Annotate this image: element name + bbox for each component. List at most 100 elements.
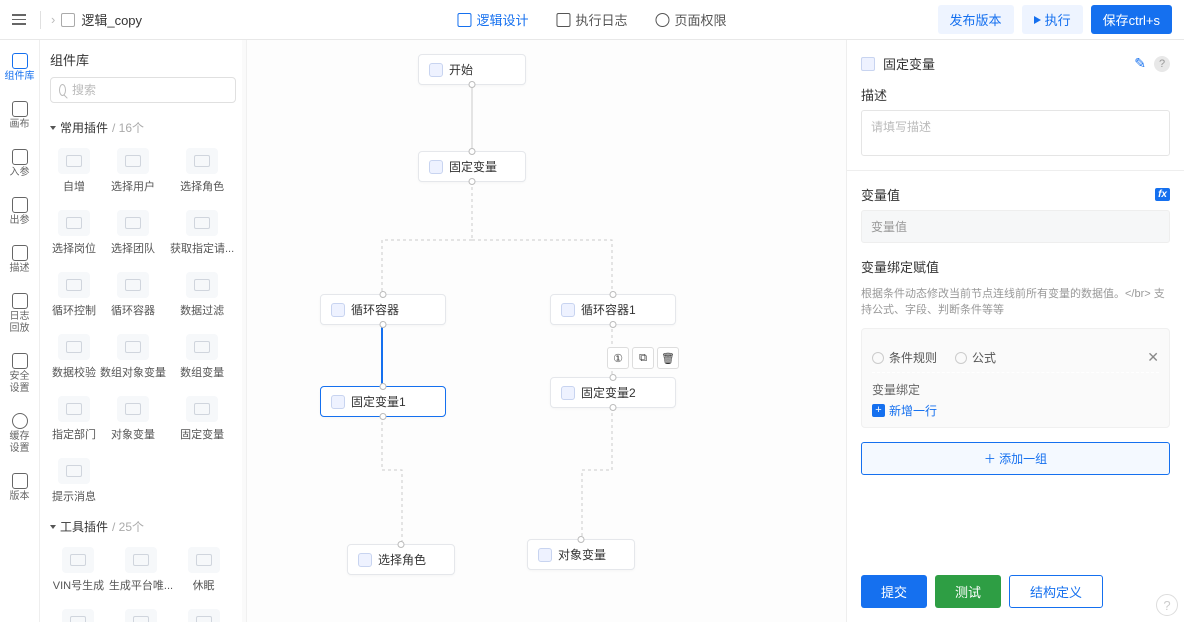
rail-version[interactable]: 版本 (10, 470, 30, 506)
node-icon (358, 553, 372, 567)
component-item[interactable]: 数据过滤 (168, 266, 236, 324)
rail-cache[interactable]: 缓存 设置 (10, 410, 30, 458)
node-icon (561, 303, 575, 317)
rail-description[interactable]: 描述 (10, 242, 30, 278)
component-icon (58, 396, 90, 422)
rail-canvas[interactable]: 画布 (10, 98, 30, 134)
section-tool-plugins[interactable]: 工具插件 / 25个 (50, 518, 232, 535)
node-select-role[interactable]: 选择角色 (347, 544, 455, 575)
var-bind-label: 变量绑定 (872, 381, 1159, 398)
publish-version-button[interactable]: 发布版本 (938, 5, 1014, 34)
delete-button[interactable]: 🗑 (657, 347, 679, 369)
fx-icon[interactable]: fx (1155, 188, 1170, 201)
struct-def-button[interactable]: 结构定义 (1009, 575, 1103, 608)
component-panel-title: 组件库 (50, 50, 236, 69)
component-icon (186, 272, 218, 298)
rail-security[interactable]: 安全 设置 (10, 350, 30, 398)
node-fixed-var1[interactable]: 固定变量1 (320, 386, 446, 417)
left-rail: 组件库 画布 入参 出参 描述 日志 回放 安全 设置 缓存 设置 版本 (0, 40, 40, 622)
rail-input-params[interactable]: 入参 (10, 146, 30, 182)
node-icon (331, 303, 345, 317)
component-item[interactable] (50, 603, 107, 622)
rail-output-params[interactable]: 出参 (10, 194, 30, 230)
test-button[interactable]: 测试 (935, 575, 1001, 608)
design-icon (457, 13, 471, 27)
component-item[interactable]: 选择团队 (98, 204, 168, 262)
info-button[interactable]: ① (607, 347, 629, 369)
component-icon (62, 609, 94, 622)
component-icon (58, 148, 90, 174)
node-object-var[interactable]: 对象变量 (527, 539, 635, 570)
component-item[interactable]: 提示消息 (50, 452, 98, 510)
help-watermark-icon: ? (1156, 594, 1178, 616)
search-input-wrapper[interactable] (50, 77, 236, 103)
node-fixed-var2[interactable]: 固定变量2 (550, 377, 676, 408)
run-button[interactable]: 执行 (1022, 5, 1083, 34)
component-item[interactable]: 休眠 (175, 541, 232, 599)
close-icon[interactable]: ✕ (1147, 349, 1159, 366)
clock-icon (12, 413, 28, 429)
component-item[interactable]: 选择用户 (98, 142, 168, 200)
properties-panel: 固定变量 ✎ ? 描述 变量值 fx 变量值 变量绑定赋值 根据条件动态修改当前… (846, 40, 1184, 622)
section-common-plugins[interactable]: 常用插件 / 16个 (50, 119, 232, 136)
component-item[interactable]: 数组变量 (168, 328, 236, 386)
component-icon (117, 334, 149, 360)
component-item[interactable]: 生成平台唯... (107, 541, 175, 599)
bind-assign-label: 变量绑定赋值 (861, 257, 1170, 276)
copy-button[interactable]: ⧉ (632, 347, 654, 369)
component-item[interactable]: 数据校验 (50, 328, 98, 386)
component-icon (186, 396, 218, 422)
tool-grid: VIN号生成生成平台唯...休眠 (50, 541, 232, 622)
component-item[interactable]: 指定部门 (50, 390, 98, 448)
node-icon (331, 395, 345, 409)
menu-icon[interactable] (12, 11, 30, 29)
canvas[interactable]: 开始 固定变量 循环容器 循环容器1 固定变量1 固定变量2 选择角色 对象变量… (247, 40, 846, 622)
component-scroll[interactable]: 常用插件 / 16个 自增选择用户选择角色选择岗位选择团队获取指定请... 循环控… (50, 113, 236, 622)
library-icon (12, 53, 28, 69)
component-item[interactable] (107, 603, 175, 622)
component-icon (117, 272, 149, 298)
caret-down-icon (50, 525, 56, 529)
component-item[interactable]: 对象变量 (98, 390, 168, 448)
output-icon (12, 197, 28, 213)
var-value-input[interactable]: 变量值 (861, 210, 1170, 243)
rail-component-library[interactable]: 组件库 (5, 50, 35, 86)
add-group-button[interactable]: ＋ 添加一组 (861, 442, 1170, 475)
version-icon (12, 473, 28, 489)
node-loop-container1[interactable]: 循环容器1 (550, 294, 676, 325)
help-icon[interactable]: ? (1154, 56, 1170, 72)
edit-icon[interactable]: ✎ (1134, 55, 1146, 72)
component-item[interactable]: 循环容器 (98, 266, 168, 324)
component-item[interactable]: 自增 (50, 142, 98, 200)
submit-button[interactable]: 提交 (861, 575, 927, 608)
node-fixed-var[interactable]: 固定变量 (418, 151, 526, 182)
component-item[interactable]: VIN号生成 (50, 541, 107, 599)
component-icon (125, 547, 157, 573)
rail-log-replay[interactable]: 日志 回放 (10, 290, 30, 338)
node-icon (429, 160, 443, 174)
node-start[interactable]: 开始 (418, 54, 526, 85)
radio-condition-rule[interactable]: 条件规则 (872, 349, 937, 366)
component-item[interactable] (175, 603, 232, 622)
node-action-toolbar: ① ⧉ 🗑 (607, 347, 679, 369)
user-icon (656, 13, 670, 27)
description-textarea[interactable] (861, 110, 1170, 156)
component-icon (188, 547, 220, 573)
component-item[interactable]: 数组对象变量 (98, 328, 168, 386)
add-row-button[interactable]: +新增一行 (872, 402, 1159, 419)
component-item[interactable]: 循环控制 (50, 266, 98, 324)
chevron-right-icon: › (51, 12, 55, 27)
log-icon (556, 13, 570, 27)
bind-description: 根据条件动态修改当前节点连线前所有变量的数据值。</br> 支持公式、字段、判断… (861, 286, 1170, 318)
component-item[interactable]: 选择角色 (168, 142, 236, 200)
node-type-icon (861, 57, 875, 71)
component-item[interactable]: 获取指定请... (168, 204, 236, 262)
node-icon (538, 548, 552, 562)
component-item[interactable]: 选择岗位 (50, 204, 98, 262)
save-button[interactable]: 保存ctrl+s (1091, 5, 1172, 34)
search-input[interactable] (72, 83, 227, 97)
node-loop-container[interactable]: 循环容器 (320, 294, 446, 325)
radio-formula[interactable]: 公式 (955, 349, 996, 366)
component-icon (186, 334, 218, 360)
component-item[interactable]: 固定变量 (168, 390, 236, 448)
